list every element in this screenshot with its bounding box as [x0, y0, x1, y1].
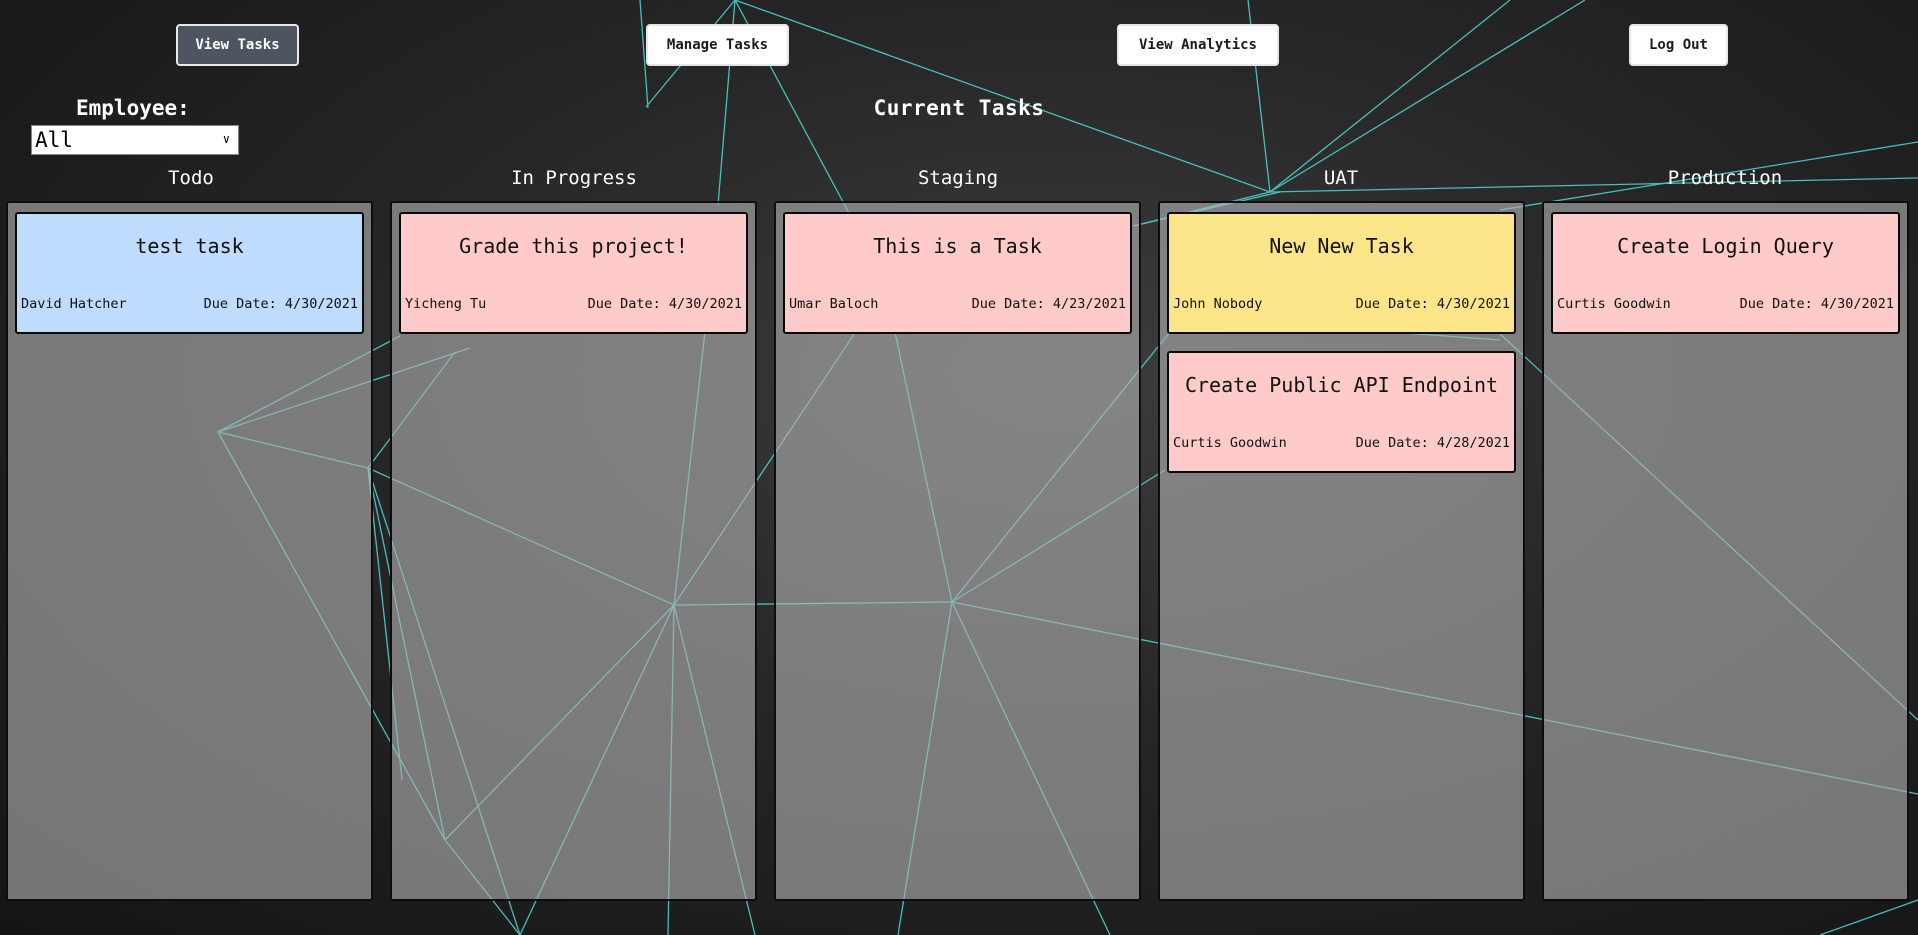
task-title: This is a Task: [873, 234, 1042, 258]
task-title: Create Login Query: [1617, 234, 1834, 258]
column-uat: New New Task John Nobody Due Date: 4/30/…: [1158, 201, 1525, 901]
column-header-staging: Staging: [917, 167, 999, 189]
task-due-date: Due Date: 4/28/2021: [1355, 435, 1510, 451]
task-due-date: Due Date: 4/23/2021: [971, 296, 1126, 312]
task-card[interactable]: test task David Hatcher Due Date: 4/30/2…: [15, 212, 364, 334]
task-title: New New Task: [1269, 234, 1414, 258]
task-title: Create Public API Endpoint: [1184, 373, 1499, 397]
task-assignee: Umar Baloch: [789, 296, 879, 312]
chevron-down-icon: ∨: [222, 132, 230, 146]
task-card[interactable]: Create Login Query Curtis Goodwin Due Da…: [1551, 212, 1900, 334]
task-card[interactable]: This is a Task Umar Baloch Due Date: 4/2…: [783, 212, 1132, 334]
view-tasks-button[interactable]: View Tasks: [176, 24, 299, 66]
log-out-button[interactable]: Log Out: [1629, 24, 1728, 66]
column-production: Create Login Query Curtis Goodwin Due Da…: [1542, 201, 1909, 901]
task-card[interactable]: Grade this project! Yicheng Tu Due Date:…: [399, 212, 748, 334]
task-due-date: Due Date: 4/30/2021: [203, 296, 358, 312]
task-card[interactable]: Create Public API Endpoint Curtis Goodwi…: [1167, 351, 1516, 473]
task-assignee: Curtis Goodwin: [1557, 296, 1671, 312]
task-due-date: Due Date: 4/30/2021: [1355, 296, 1510, 312]
manage-tasks-button[interactable]: Manage Tasks: [646, 24, 789, 66]
column-in-progress: Grade this project! Yicheng Tu Due Date:…: [390, 201, 757, 901]
column-todo: test task David Hatcher Due Date: 4/30/2…: [6, 201, 373, 901]
task-title: Grade this project!: [459, 234, 688, 258]
task-card[interactable]: New New Task John Nobody Due Date: 4/30/…: [1167, 212, 1516, 334]
view-analytics-button[interactable]: View Analytics: [1117, 24, 1279, 66]
task-due-date: Due Date: 4/30/2021: [587, 296, 742, 312]
employee-select[interactable]: All ∨: [31, 125, 239, 155]
task-assignee: John Nobody: [1173, 296, 1263, 312]
column-header-todo: Todo: [168, 167, 214, 189]
page-title: Current Tasks: [873, 96, 1045, 120]
task-title: test task: [135, 234, 244, 258]
task-assignee: David Hatcher: [21, 296, 127, 312]
task-assignee: Curtis Goodwin: [1173, 435, 1287, 451]
column-header-uat: UAT: [1323, 167, 1359, 189]
task-assignee: Yicheng Tu: [405, 296, 487, 312]
column-header-in-progress: In Progress: [511, 167, 637, 189]
task-due-date: Due Date: 4/30/2021: [1739, 296, 1894, 312]
employee-select-value: All: [35, 128, 73, 152]
column-header-production: Production: [1667, 167, 1783, 189]
column-staging: This is a Task Umar Baloch Due Date: 4/2…: [774, 201, 1141, 901]
